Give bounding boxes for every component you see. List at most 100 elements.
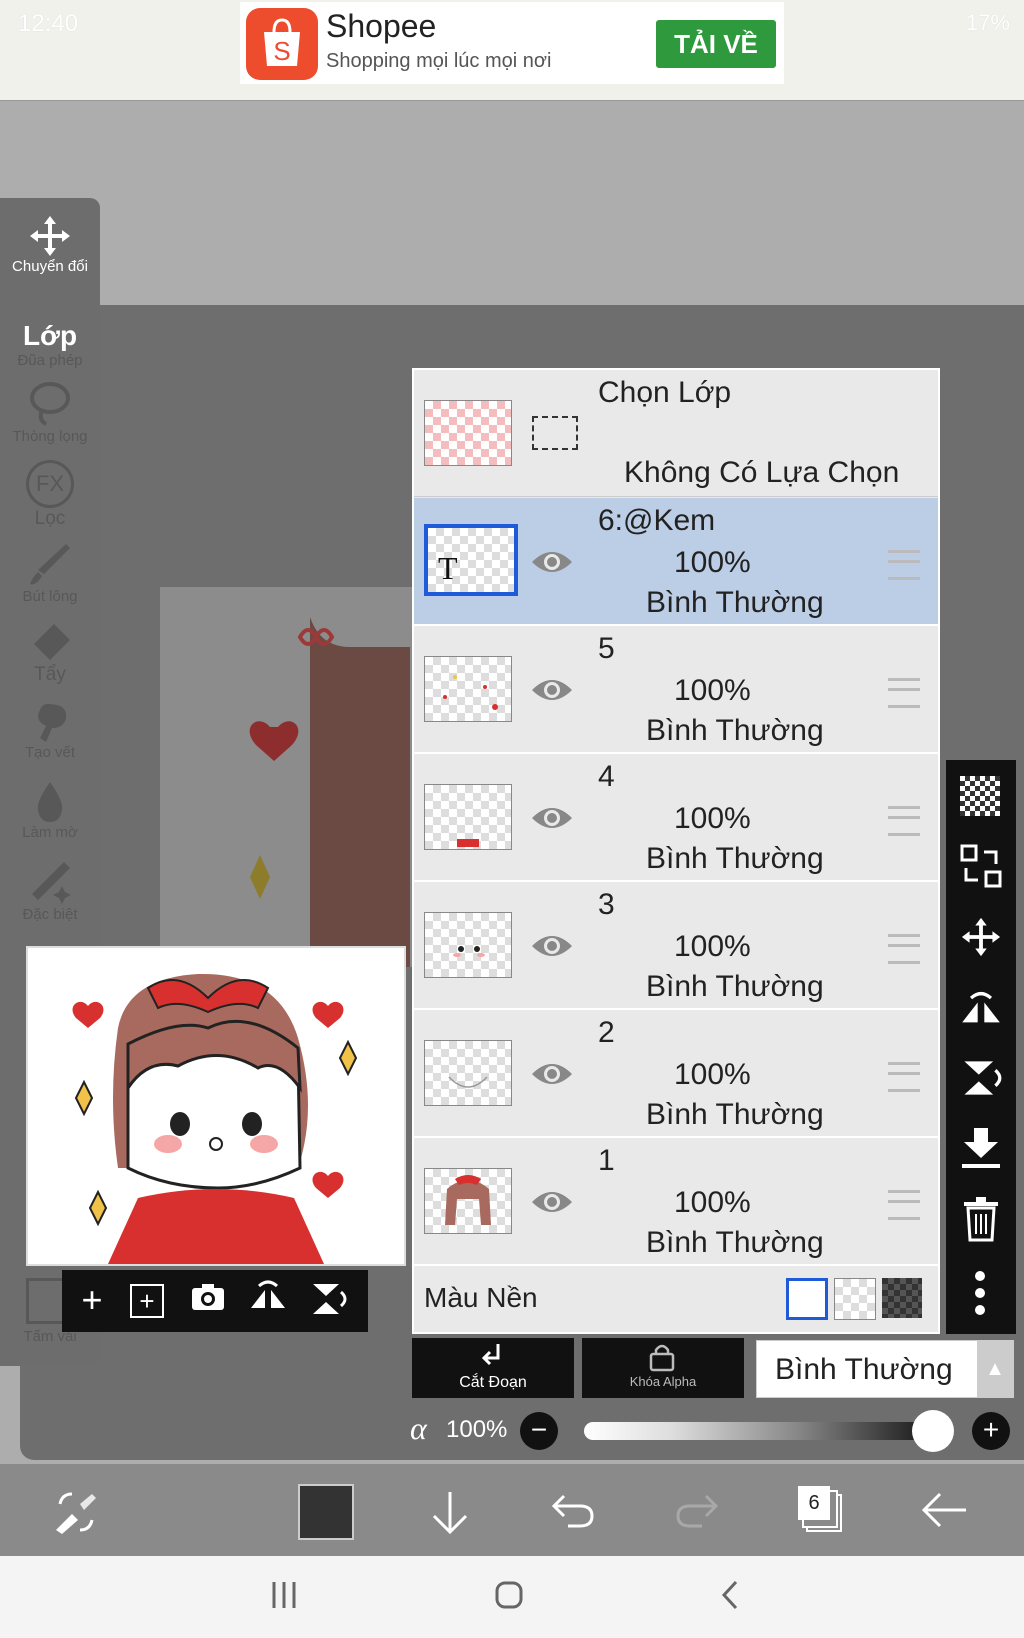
selection-thumbnail <box>424 400 512 466</box>
redo-icon[interactable] <box>676 1490 720 1530</box>
tool-lasso[interactable]: Thòng lọng <box>0 380 100 445</box>
layer-name: 4 <box>598 760 615 793</box>
alpha-lock-label: Khóa Alpha <box>629 1374 697 1389</box>
layer-row-2[interactable]: 2 100% Bình Thường <box>414 1010 938 1138</box>
shopee-logo-icon: S <box>246 8 318 80</box>
tool-layer[interactable]: Lớp Đũa phép <box>0 320 100 369</box>
battery-level: 17% <box>965 10 1010 35</box>
preview-toolbar: + + <box>62 1270 368 1332</box>
preview-thumbnail[interactable] <box>26 946 406 1266</box>
drag-handle-icon[interactable] <box>888 550 920 580</box>
layer-row-3[interactable]: 3 100% Bình Thường <box>414 882 938 1010</box>
layers-count-button[interactable]: 6 <box>798 1486 842 1532</box>
layer-count: 6 <box>798 1486 830 1520</box>
background-dark-swatch[interactable] <box>882 1278 922 1318</box>
visibility-eye-icon[interactable] <box>530 804 574 832</box>
tool-magic-wand-label: Đũa phép <box>17 352 83 369</box>
flip-horizontal-icon[interactable] <box>248 1280 288 1320</box>
undo-icon[interactable] <box>550 1490 594 1530</box>
status-bar: 12:40 17% S Shopee Shopping mọi lúc mọi … <box>0 0 1024 101</box>
flip-vertical-icon[interactable] <box>308 1280 348 1320</box>
transfer-icon[interactable] <box>960 844 1002 888</box>
tool-smudge[interactable]: Tạo vết <box>0 700 100 761</box>
ad-download-button[interactable]: TẢI VỀ <box>656 20 776 68</box>
camera-icon[interactable] <box>188 1280 228 1320</box>
flip-vertical-icon[interactable] <box>960 1056 1002 1100</box>
back-arrow-icon[interactable] <box>920 1490 968 1530</box>
layer-row-4[interactable]: 4 100% Bình Thường <box>414 754 938 882</box>
layer-opacity: 100% <box>674 1186 751 1219</box>
tool-filter[interactable]: FX Lọc <box>0 460 100 530</box>
layer-row-6[interactable]: T 6:@Kem 100% Bình Thường <box>414 498 938 626</box>
opacity-slider[interactable] <box>584 1422 938 1440</box>
move-arrows-icon[interactable] <box>960 916 1002 958</box>
system-nav-bar <box>0 1556 1024 1638</box>
tool-brush[interactable]: Bút lông <box>0 540 100 605</box>
lasso-icon <box>30 382 70 426</box>
alpha-lock-button[interactable]: Khóa Alpha <box>582 1338 744 1398</box>
background-white-swatch[interactable] <box>786 1278 828 1320</box>
tool-blur[interactable]: Làm mờ <box>0 780 100 841</box>
drag-handle-icon[interactable] <box>888 1190 920 1220</box>
visibility-eye-icon[interactable] <box>530 548 574 576</box>
visibility-eye-icon[interactable] <box>530 1060 574 1088</box>
water-drop-icon <box>37 782 63 822</box>
more-options-icon[interactable] <box>970 1270 990 1316</box>
text-layer-icon: T <box>438 550 458 586</box>
recent-apps-icon[interactable] <box>270 1580 298 1610</box>
ad-subtitle: Shopping mọi lúc mọi nơi <box>326 50 552 72</box>
ad-banner[interactable]: S Shopee Shopping mọi lúc mọi nơi TẢI VỀ <box>240 2 784 84</box>
layer-panel: Chọn Lớp Không Có Lựa Chọn T 6:@Kem 100%… <box>412 368 940 1334</box>
selection-layer-row[interactable]: Chọn Lớp Không Có Lựa Chọn <box>414 370 938 497</box>
selection-status: Không Có Lựa Chọn <box>624 456 900 489</box>
visibility-eye-icon[interactable] <box>530 932 574 960</box>
add-copy-layer-icon[interactable]: + <box>130 1284 164 1318</box>
layer-name: 2 <box>598 1016 615 1049</box>
canvas-icon <box>26 1278 66 1324</box>
drag-handle-icon[interactable] <box>888 1062 920 1092</box>
blend-mode-select[interactable]: Bình Thường ▲ <box>756 1340 1014 1398</box>
clip-arrow-icon <box>481 1344 500 1366</box>
drag-handle-icon[interactable] <box>888 934 920 964</box>
layer-row-5[interactable]: 5 100% Bình Thường <box>414 626 938 754</box>
ad-title: Shopee <box>326 8 437 44</box>
flip-horizontal-icon[interactable] <box>960 986 1002 1030</box>
clipping-button[interactable]: Cắt Đoạn <box>412 1338 574 1398</box>
tool-eraser[interactable]: Tẩy <box>0 620 100 686</box>
layer-blend-mode: Bình Thường <box>646 714 824 747</box>
drag-handle-icon[interactable] <box>888 806 920 836</box>
layer-thumbnail: T <box>424 524 518 596</box>
visibility-eye-icon[interactable] <box>530 1188 574 1216</box>
layer-opacity: 100% <box>674 930 751 963</box>
layer-thumbnail <box>424 912 512 978</box>
layer-opacity: 100% <box>674 1058 751 1091</box>
visibility-eye-icon[interactable] <box>530 676 574 704</box>
color-swatch[interactable] <box>298 1484 354 1540</box>
swap-tools-icon[interactable] <box>52 1490 100 1534</box>
status-time: 12:40 <box>18 10 79 37</box>
back-icon[interactable] <box>720 1580 740 1610</box>
tool-transform[interactable]: Chuyển đổi <box>0 214 100 275</box>
merge-down-icon[interactable] <box>960 1126 1002 1170</box>
checkerboard-icon[interactable] <box>960 776 1000 816</box>
drag-handle-icon[interactable] <box>888 678 920 708</box>
trash-icon[interactable] <box>960 1196 1002 1242</box>
alpha-symbol: α <box>410 1410 427 1446</box>
layer-thumbnail <box>424 784 512 850</box>
home-icon[interactable] <box>494 1580 524 1610</box>
opacity-slider-knob[interactable] <box>912 1410 954 1452</box>
increase-opacity-button[interactable]: + <box>972 1412 1010 1450</box>
selection-title: Chọn Lớp <box>598 376 732 409</box>
canvas-artwork[interactable] <box>160 587 420 967</box>
layer-blend-mode: Bình Thường <box>646 1226 824 1259</box>
arrow-down-icon[interactable] <box>428 1490 472 1534</box>
triangle-up-icon: ▲ <box>977 1341 1013 1397</box>
layer-opacity: 100% <box>674 674 751 707</box>
alpha-value: 100% <box>446 1416 508 1443</box>
decrease-opacity-button[interactable]: − <box>520 1412 558 1450</box>
tool-special[interactable]: Đặc biệt <box>0 858 100 923</box>
layer-row-1[interactable]: 1 100% Bình Thường <box>414 1138 938 1266</box>
background-transparent-swatch[interactable] <box>834 1278 876 1320</box>
add-layer-icon[interactable]: + <box>72 1280 112 1320</box>
tool-smudge-label: Tạo vết <box>24 744 76 761</box>
